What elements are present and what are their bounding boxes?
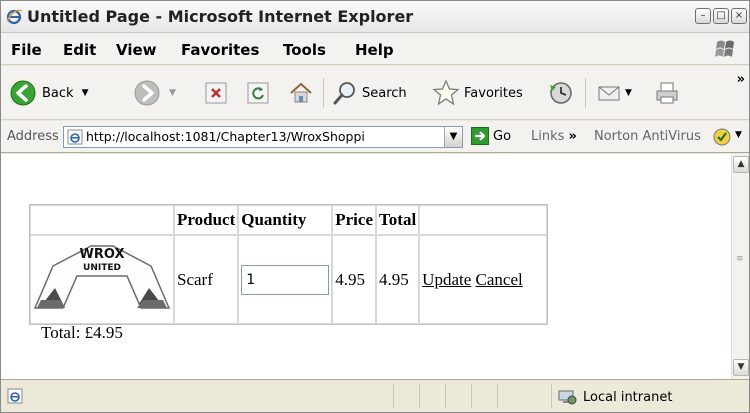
menu-edit[interactable]: Edit	[63, 41, 96, 59]
address-dropdown-icon[interactable]: ▼	[444, 127, 462, 147]
header-price: Price	[332, 205, 376, 235]
history-icon	[550, 82, 572, 104]
header-product: Product	[174, 205, 239, 235]
status-cell	[471, 384, 472, 408]
header-image	[30, 205, 174, 235]
status-cell	[393, 384, 394, 408]
status-cell	[551, 384, 552, 408]
close-button[interactable]: ×	[731, 8, 747, 24]
status-cell	[419, 384, 420, 408]
address-input[interactable]: http://localhost:1081/Chapter13/WroxShop…	[63, 126, 463, 148]
quantity-input[interactable]	[241, 264, 330, 295]
search-label: Search	[362, 85, 407, 101]
browser-window: Untitled Page - Microsoft Internet Explo…	[0, 0, 750, 413]
links-button[interactable]: Links »	[531, 129, 577, 144]
table-row: WROX UNITED Scarf 4.95 4.95 Update Cance…	[30, 235, 548, 324]
price-cell: 4.95	[332, 235, 376, 324]
favorites-button[interactable]: Favorites	[431, 78, 523, 108]
zone-label: Local intranet	[583, 389, 673, 405]
home-icon	[290, 82, 312, 103]
mail-icon	[598, 86, 620, 101]
wrox-united-scarf-image: WROX UNITED	[33, 245, 171, 309]
security-zone: Local intranet	[557, 389, 672, 405]
back-arrow-icon	[10, 80, 36, 106]
vertical-scrollbar[interactable]: ▲ ≡ ▼	[731, 154, 749, 379]
forward-arrow-icon	[134, 80, 160, 106]
product-image-cell: WROX UNITED	[30, 235, 174, 324]
history-button[interactable]	[547, 78, 575, 108]
back-label: Back	[42, 85, 74, 101]
mail-button[interactable]: ▼	[595, 78, 632, 108]
address-bar: Address http://localhost:1081/Chapter13/…	[1, 121, 749, 153]
header-quantity: Quantity	[238, 205, 333, 235]
norton-dropdown-icon[interactable]: ▼	[735, 130, 742, 140]
logo-text-united: UNITED	[83, 263, 121, 273]
standard-toolbar: Back ▼ ▼ Search Favorites ▼ »	[1, 66, 749, 120]
scroll-grip-icon: ≡	[736, 254, 744, 264]
ie-logo-icon	[6, 9, 23, 25]
status-cell	[497, 384, 498, 408]
window-title: Untitled Page - Microsoft Internet Explo…	[27, 7, 414, 26]
address-label: Address	[7, 129, 59, 144]
norton-antivirus-label[interactable]: Norton AntiVirus	[594, 129, 701, 144]
menu-tools[interactable]: Tools	[283, 41, 326, 59]
favorites-label: Favorites	[464, 85, 523, 101]
toolbar-separator	[585, 78, 586, 108]
go-button[interactable]: Go	[471, 127, 511, 145]
favorites-star-icon	[432, 79, 460, 106]
grand-total: Total: £4.95	[41, 323, 123, 342]
back-button[interactable]: Back ▼	[9, 78, 88, 108]
toolbar-overflow-icon[interactable]: »	[737, 72, 745, 87]
print-icon	[656, 82, 678, 104]
maximize-button[interactable]: □	[713, 8, 729, 24]
stop-icon	[205, 82, 227, 104]
product-cell: Scarf	[174, 235, 239, 324]
refresh-icon	[247, 82, 269, 104]
menu-view[interactable]: View	[116, 41, 157, 59]
page-content: Product Quantity Price Total WROX UNITED	[1, 154, 731, 379]
menu-file[interactable]: File	[11, 41, 42, 59]
print-button[interactable]	[653, 78, 681, 108]
scroll-up-icon[interactable]: ▲	[733, 156, 749, 173]
logo-text-wrox: WROX	[80, 247, 125, 262]
mail-dropdown-icon[interactable]: ▼	[625, 88, 632, 98]
go-label: Go	[493, 128, 512, 144]
go-arrow-icon	[471, 127, 489, 145]
stop-button[interactable]	[203, 78, 229, 108]
refresh-button[interactable]	[245, 78, 271, 108]
forward-dropdown-icon[interactable]: ▼	[169, 88, 176, 98]
title-bar: Untitled Page - Microsoft Internet Explo…	[1, 1, 749, 33]
total-cell: 4.95	[376, 235, 420, 324]
local-intranet-icon	[558, 390, 577, 405]
forward-button[interactable]: ▼	[133, 78, 176, 108]
minimize-button[interactable]: –	[695, 8, 711, 24]
address-url: http://localhost:1081/Chapter13/WroxShop…	[86, 129, 365, 144]
norton-shield-icon[interactable]	[713, 128, 731, 146]
search-icon	[333, 82, 355, 105]
page-icon	[67, 129, 83, 145]
quantity-cell	[238, 235, 333, 324]
menu-help[interactable]: Help	[355, 41, 394, 59]
page-status-icon	[7, 388, 23, 404]
home-button[interactable]	[287, 78, 315, 108]
status-bar: Local intranet	[1, 379, 749, 412]
status-cell	[445, 384, 446, 408]
table-header-row: Product Quantity Price Total	[30, 205, 548, 235]
cancel-link[interactable]: Cancel	[476, 270, 523, 289]
actions-cell: Update Cancel	[419, 235, 548, 324]
search-button[interactable]: Search	[331, 78, 407, 108]
windows-flag-icon	[715, 40, 734, 57]
update-link[interactable]: Update	[422, 270, 471, 289]
toolbar-separator	[323, 78, 324, 108]
shopping-cart-table: Product Quantity Price Total WROX UNITED	[29, 204, 549, 325]
links-label: Links	[531, 129, 565, 144]
menu-favorites[interactable]: Favorites	[181, 41, 259, 59]
scroll-down-icon[interactable]: ▼	[733, 359, 749, 376]
header-total: Total	[376, 205, 420, 235]
back-dropdown-icon[interactable]: ▼	[82, 88, 89, 98]
header-actions	[419, 205, 548, 235]
menu-bar: File Edit View Favorites Tools Help	[1, 33, 749, 65]
